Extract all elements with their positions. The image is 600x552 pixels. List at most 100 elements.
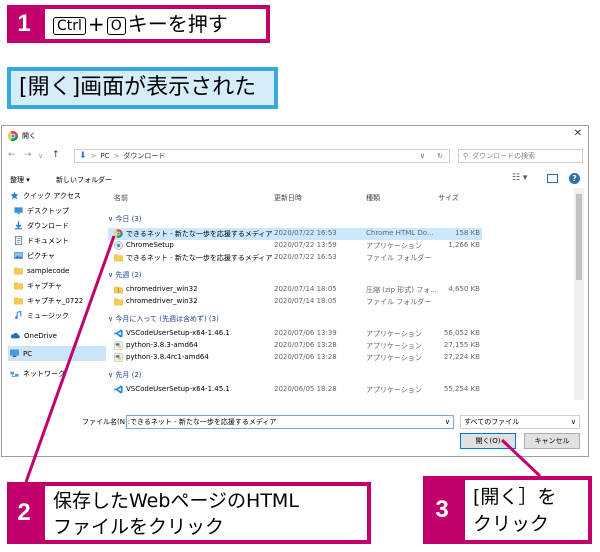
path-current[interactable]: ダウンロード xyxy=(123,151,165,161)
step-1-instruction: Ctrl + O キーを押す xyxy=(41,5,270,43)
up-arrow-icon[interactable]: ↑ xyxy=(52,150,60,160)
sidebar-item-8[interactable]: ミュージック xyxy=(8,308,110,323)
forward-arrow-icon[interactable]: → xyxy=(24,150,32,160)
file-name: chromedriver_win32 xyxy=(126,297,198,305)
file-date: 2020/07/14 18:05 xyxy=(274,285,337,293)
file-type: 圧縮 (zip 形式) フォ... xyxy=(366,286,436,294)
file-name: python-3.8.3-amd64 xyxy=(126,341,198,349)
view-options-icon[interactable]: ☷ ▾ xyxy=(512,173,527,183)
address-dropdown-icon[interactable]: ∨ xyxy=(420,152,425,160)
column-type[interactable]: 種類 xyxy=(366,193,380,203)
filename-dropdown-icon[interactable]: ∨ xyxy=(445,416,450,428)
file-row[interactable]: できるネット - 新たな一歩を応援するメディア 2020/07/22 16:53 C… xyxy=(108,228,482,240)
step-2-number-text: 2 xyxy=(17,499,31,526)
file-type: Chrome HTML Do... xyxy=(366,229,434,237)
sidebar-item-label: OneDrive xyxy=(24,331,57,340)
scrollbar-thumb[interactable] xyxy=(576,194,582,280)
step-3-instruction: [開く］を クリック xyxy=(461,476,592,544)
sidebar-item-4[interactable]: ピクチャ xyxy=(8,248,110,263)
sidebar-item-2[interactable]: ダウンロード xyxy=(8,218,110,233)
recent-chevron-icon[interactable]: ∨ xyxy=(38,152,43,160)
sidebar-item-label: ピクチャ xyxy=(27,251,55,260)
address-bar[interactable]: ⬇ > PC > ダウンロード ∨ ↻ xyxy=(74,149,450,163)
sidebar-item-label: ダウンロード xyxy=(27,221,69,230)
column-name[interactable]: 名前 xyxy=(114,193,128,203)
o-key: O xyxy=(106,16,126,35)
sidebar-item-label: PC xyxy=(23,349,33,358)
folder-icon xyxy=(14,296,23,305)
step-2-instruction: 保存したWebページのHTML ファイルをクリック xyxy=(41,482,371,544)
sidebar-item-label: デスクトップ xyxy=(27,206,69,215)
sidebar-item-label: キャプチャ_0722 xyxy=(27,296,84,305)
sidebar-item-1[interactable]: デスクトップ xyxy=(8,203,110,218)
group-header[interactable]: ∨ 先月 (2) xyxy=(108,370,142,380)
path-sep-1: > xyxy=(90,152,97,160)
sidebar-item-label: samplecode xyxy=(27,266,70,275)
navigation-pane: クイック アクセス デスクトップ ダウンロード ドキュメント ピクチャ samplecod… xyxy=(8,188,106,400)
sidebar-item-11[interactable]: ネットワーク xyxy=(8,366,106,381)
new-folder-button[interactable]: 新しいフォルダー xyxy=(56,175,112,185)
search-placeholder: ダウンロードの検索 xyxy=(472,152,536,160)
cancel-button[interactable]: キャンセル xyxy=(524,433,580,449)
sidebar-item-9[interactable]: OneDrive xyxy=(8,328,106,343)
sidebar-item-label: ミュージック xyxy=(27,311,69,320)
sidebar-item-3[interactable]: ドキュメント xyxy=(8,233,110,248)
file-row[interactable]: chromedriver_win32 2020/07/14 18:05 圧縮 (zi… xyxy=(108,284,482,296)
group-header[interactable]: ∨ 今月に入って (先週は含めず) (3) xyxy=(108,314,219,324)
help-icon[interactable]: ? xyxy=(569,173,580,184)
file-row[interactable]: VSCodeUserSetup-x64-1.46.1 2020/07/06 13:… xyxy=(108,328,482,340)
file-type-value: すべてのファイル xyxy=(464,418,520,426)
file-row[interactable]: ChromeSetup 2020/07/22 13:59 アプリケーション 1,266… xyxy=(108,240,482,252)
file-size: 27,224 KB xyxy=(443,353,480,361)
step-1-number-text: 1 xyxy=(17,10,31,37)
group-label: 先月 (2) xyxy=(115,371,142,379)
file-row[interactable]: python-3.8.4rc1-amd64 2020/07/06 13:28 アプリ… xyxy=(108,352,482,364)
close-icon[interactable]: ✕ xyxy=(574,128,582,139)
folder-icon xyxy=(14,266,23,275)
sidebar-item-5[interactable]: samplecode xyxy=(8,263,110,278)
sidebar-item-0[interactable]: クイック アクセス xyxy=(8,188,106,203)
download-icon xyxy=(14,221,23,230)
file-name: できるネット - 新たな一歩を応援するメディア_fil... xyxy=(126,254,272,262)
file-type-dropdown-icon[interactable]: ∨ xyxy=(571,416,576,428)
file-row[interactable]: できるネット - 新たな一歩を応援するメディア_fil...2020/07/22… xyxy=(108,252,482,264)
file-date: 2020/07/22 16:53 xyxy=(274,253,337,261)
step-3-number-text: 3 xyxy=(435,496,449,523)
sidebar-item-7[interactable]: キャプチャ_0722 xyxy=(8,293,110,308)
filename-input[interactable]: できるネット - 新たな一歩を応援するメディア ∨ xyxy=(126,415,454,429)
sidebar-item-10[interactable]: PC xyxy=(8,346,106,361)
column-date[interactable]: 更新日時 xyxy=(274,193,302,203)
file-row[interactable]: VSCodeUserSetup-x64-1.45.1 2020/06/05 18:… xyxy=(108,384,482,396)
setup-icon xyxy=(114,241,123,250)
scrollbar[interactable] xyxy=(574,188,584,400)
step-2-line-1: 保存したWebページのHTML xyxy=(53,490,299,512)
file-size: 56,052 KB xyxy=(443,329,480,337)
vscode-icon xyxy=(114,329,123,338)
path-sep-2: > xyxy=(113,152,120,160)
preview-pane-icon[interactable] xyxy=(547,174,558,183)
back-arrow-icon[interactable]: ← xyxy=(8,150,16,160)
file-date: 2020/06/05 18:28 xyxy=(274,385,337,393)
column-size[interactable]: サイズ xyxy=(438,193,459,203)
document-icon xyxy=(14,236,23,245)
refresh-icon[interactable]: ↻ xyxy=(437,152,443,160)
python-icon xyxy=(114,353,123,362)
organize-button[interactable]: 整理 ▾ xyxy=(10,175,30,185)
group-header[interactable]: ∨ 先週 (2) xyxy=(108,270,142,280)
file-date: 2020/07/22 16:53 xyxy=(274,229,337,237)
path-root[interactable]: PC xyxy=(100,152,109,160)
file-size: 158 KB xyxy=(455,229,480,237)
group-header[interactable]: ∨ 今日 (3) xyxy=(108,214,142,224)
search-box[interactable]: ⚲ ダウンロードの検索 xyxy=(458,149,583,163)
sidebar-item-6[interactable]: キャプチャ xyxy=(8,278,110,293)
file-date: 2020/07/06 13:28 xyxy=(274,353,337,361)
open-button[interactable]: 開く(O) xyxy=(460,433,516,449)
sidebar-item-label: ネットワーク xyxy=(23,369,65,378)
toolbar: 整理 ▾ 新しいフォルダー ☷ ▾ ? xyxy=(2,171,588,187)
file-size: 4,650 KB xyxy=(448,285,480,293)
file-row[interactable]: chromedriver_win32 2020/07/14 18:05 ファイル フ… xyxy=(108,296,482,308)
file-type-select[interactable]: すべてのファイル ∨ xyxy=(460,415,580,429)
filename-label: ファイル名(N): xyxy=(82,418,131,426)
file-row[interactable]: python-3.8.3-amd64 2020/07/06 13:28 アプリケーシ… xyxy=(108,340,482,352)
open-dialog: 開く ✕ ← → ∨ ↑ ⬇ > PC > ダウンロード ∨ ↻ ⚲ ダウンロー… xyxy=(1,125,589,457)
